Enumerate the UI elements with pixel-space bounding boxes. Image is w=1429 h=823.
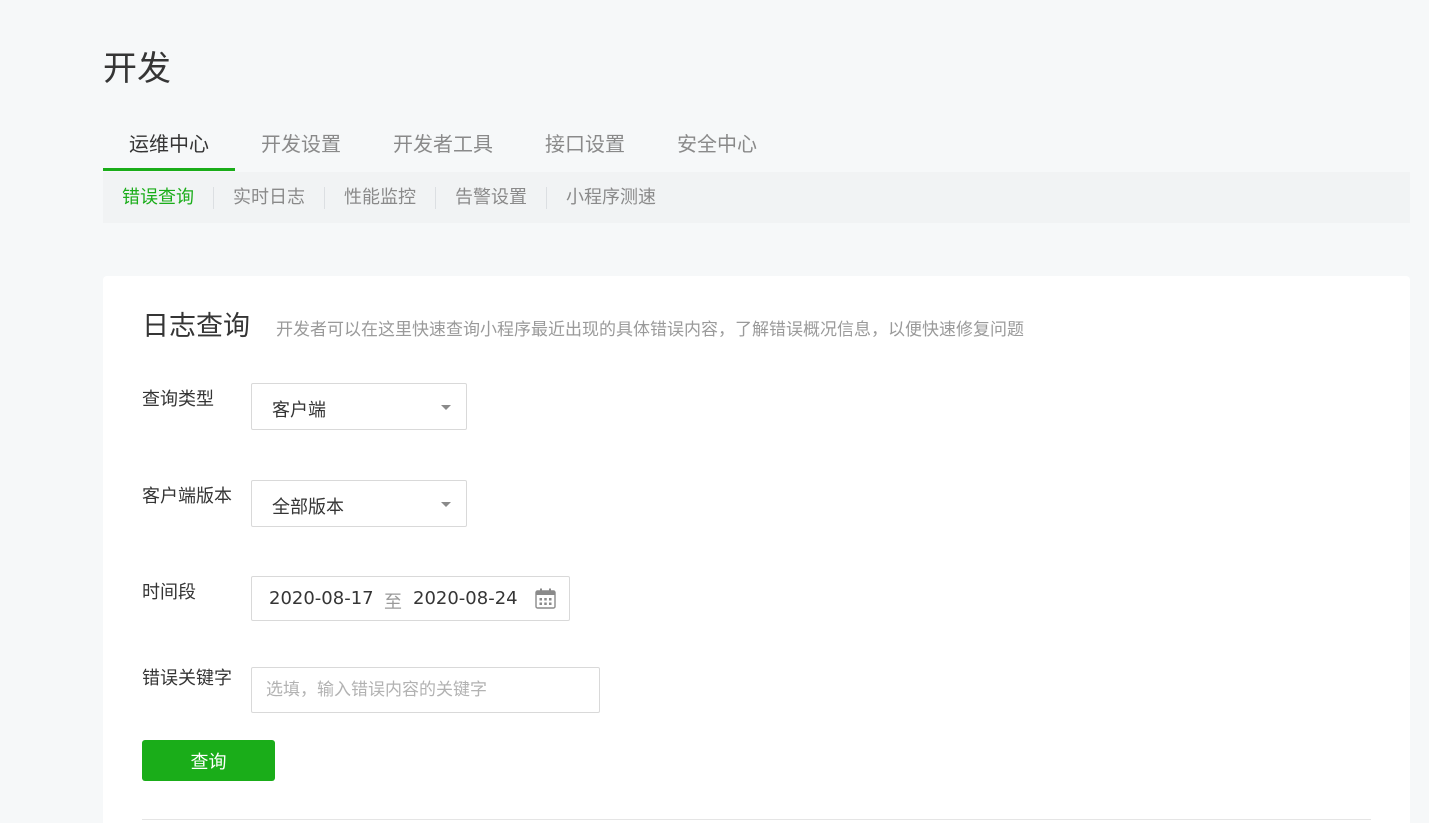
tab-api-settings[interactable]: 接口设置 (519, 122, 651, 170)
time-range-label: 时间段 (142, 582, 196, 603)
sub-tabs: 错误查询 实时日志 性能监控 告警设置 小程序测速 (103, 172, 1410, 223)
log-query-card: 日志查询 开发者可以在这里快速查询小程序最近出现的具体错误内容，了解错误概况信息… (103, 276, 1410, 823)
main-tabs: 运维中心 开发设置 开发者工具 接口设置 安全中心 (103, 122, 1410, 173)
subtab-realtime-log[interactable]: 实时日志 (213, 186, 324, 209)
end-date[interactable]: 2020-08-24 (413, 588, 518, 609)
tab-dev-tools[interactable]: 开发者工具 (367, 122, 519, 170)
query-button[interactable]: 查询 (142, 740, 275, 781)
keyword-input[interactable] (251, 667, 600, 713)
subtab-alert-settings[interactable]: 告警设置 (435, 186, 546, 209)
client-version-value: 全部版本 (272, 497, 344, 518)
page: 开发 运维中心 开发设置 开发者工具 接口设置 安全中心 错误查询 实时日志 性… (0, 0, 1429, 823)
tab-security-center[interactable]: 安全中心 (651, 122, 783, 170)
query-type-label: 查询类型 (142, 389, 214, 410)
query-type-value: 客户端 (272, 400, 326, 421)
client-version-label: 客户端版本 (142, 486, 232, 507)
tab-ops-center[interactable]: 运维中心 (103, 122, 235, 171)
subtab-speed-test[interactable]: 小程序测速 (546, 186, 675, 209)
keyword-label: 错误关键字 (142, 668, 232, 689)
date-range-picker[interactable]: 2020-08-17 至 2020-08-24 (251, 576, 570, 621)
caret-down-icon (441, 502, 451, 507)
client-version-select[interactable]: 全部版本 (251, 480, 467, 527)
query-type-select[interactable]: 客户端 (251, 383, 467, 430)
tab-dev-settings[interactable]: 开发设置 (235, 122, 367, 170)
calendar-icon[interactable] (535, 588, 556, 609)
date-separator: 至 (384, 592, 402, 613)
card-title: 日志查询 (142, 311, 250, 342)
card-header: 日志查询 开发者可以在这里快速查询小程序最近出现的具体错误内容，了解错误概况信息… (142, 304, 1024, 343)
start-date[interactable]: 2020-08-17 (269, 588, 374, 609)
divider (142, 819, 1371, 820)
subtab-performance-monitor[interactable]: 性能监控 (324, 186, 435, 209)
page-title: 开发 (103, 49, 171, 89)
caret-down-icon (441, 405, 451, 410)
subtab-error-query[interactable]: 错误查询 (103, 187, 213, 209)
card-description: 开发者可以在这里快速查询小程序最近出现的具体错误内容，了解错误概况信息，以便快速… (276, 320, 1024, 340)
